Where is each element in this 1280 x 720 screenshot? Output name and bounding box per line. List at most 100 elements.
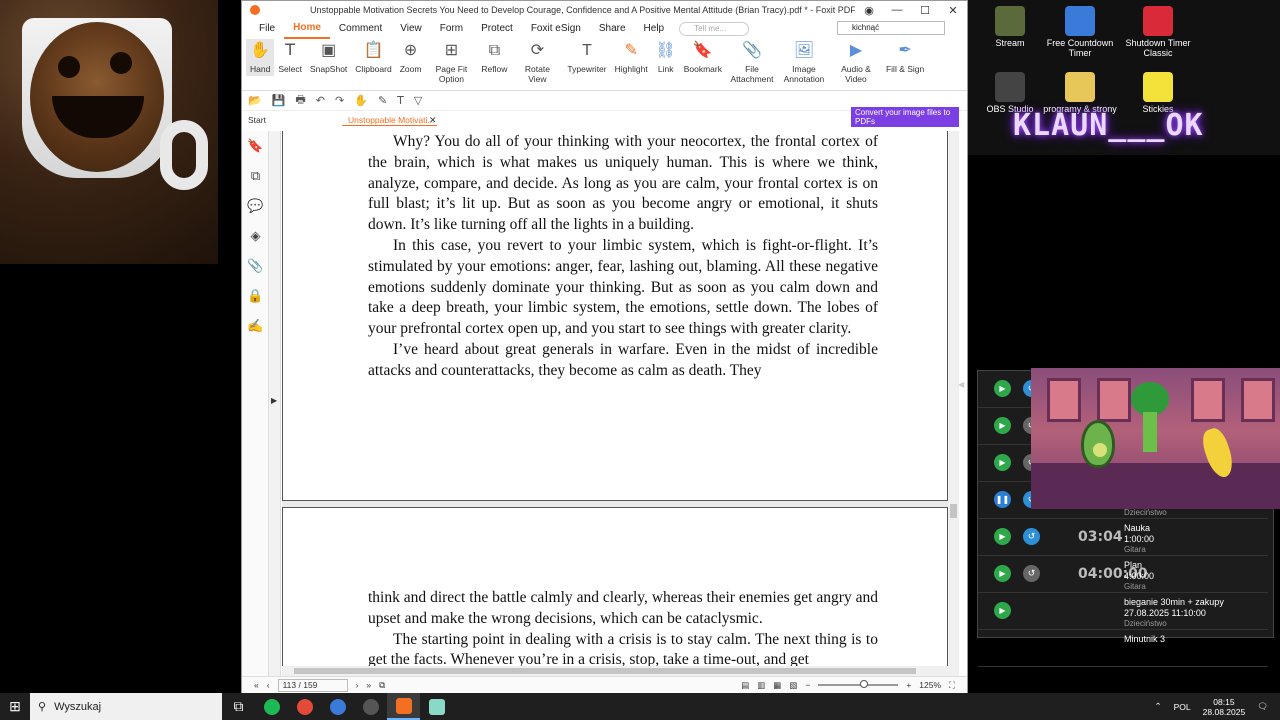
- zoom-slider[interactable]: [818, 680, 899, 688]
- menu-foxit-esign[interactable]: Foxit eSign: [522, 20, 590, 38]
- play-icon[interactable]: ▶: [994, 602, 1011, 619]
- reset-icon[interactable]: ↺: [1023, 565, 1040, 582]
- ribbon-fill-sign-button[interactable]: ✒ Fill & Sign: [882, 39, 928, 76]
- tell-me-input[interactable]: Tell me...: [679, 22, 750, 36]
- vertical-scroll-thumb[interactable]: [950, 504, 957, 518]
- obs-icon[interactable]: [354, 693, 387, 720]
- menu-view[interactable]: View: [391, 20, 431, 38]
- ribbon-image-annotation-button[interactable]: 🖼 Image Annotation: [778, 39, 830, 86]
- timer-collapse-icon[interactable]: ◀: [958, 380, 964, 389]
- undo-icon[interactable]: ↶: [316, 94, 325, 107]
- start-button[interactable]: ⊞: [0, 693, 30, 720]
- close-button[interactable]: ✕: [939, 4, 967, 17]
- clock[interactable]: 08:15 28.08.2025: [1203, 697, 1246, 717]
- signature-panel-icon[interactable]: ✍: [242, 311, 269, 341]
- notifications-icon[interactable]: 🗨: [1257, 701, 1268, 712]
- ribbon-hand-button[interactable]: ✋ Hand: [246, 39, 275, 76]
- pause-icon[interactable]: ❚❚: [994, 491, 1011, 508]
- search-input[interactable]: kichnąć: [837, 21, 945, 35]
- tab-start[interactable]: Start: [242, 115, 342, 125]
- maximize-button[interactable]: ☐: [911, 4, 939, 17]
- document-viewport[interactable]: Why? You do all of your thinking with yo…: [282, 131, 948, 666]
- zoom-out-icon[interactable]: −: [805, 680, 810, 690]
- expand-arrow-icon[interactable]: ▶: [271, 396, 277, 405]
- hand-tool-icon[interactable]: ✋: [354, 94, 368, 107]
- print-icon[interactable]: 🖶: [295, 91, 305, 110]
- single-page-icon[interactable]: ▤: [741, 680, 749, 691]
- menu-share[interactable]: Share: [590, 20, 635, 38]
- redo-icon[interactable]: ↷: [335, 94, 344, 107]
- menu-file[interactable]: File: [250, 20, 284, 38]
- ribbon-bookmark-button[interactable]: 🔖 Bookmark: [680, 39, 726, 76]
- ribbon-audio-video-button[interactable]: ▶ Audio & Video: [830, 39, 882, 86]
- horizontal-scrollbar[interactable]: [282, 666, 948, 676]
- tray-overflow-icon[interactable]: ⌃: [1155, 701, 1162, 712]
- play-icon[interactable]: ▶: [994, 380, 1011, 397]
- pen-icon[interactable]: ✎: [378, 94, 387, 107]
- fullscreen-icon[interactable]: ⛶: [949, 680, 955, 691]
- play-icon[interactable]: ▶: [994, 528, 1011, 545]
- layers-panel-icon[interactable]: ◈: [242, 221, 269, 251]
- foxit-taskbar-icon[interactable]: [387, 693, 420, 720]
- desktop-icon[interactable]: Free Countdown Timer: [1040, 6, 1120, 58]
- play-icon[interactable]: ▶: [994, 565, 1011, 582]
- taskbar-search[interactable]: ⚲ Wyszukaj: [30, 693, 222, 720]
- open-icon[interactable]: 📂: [248, 94, 262, 107]
- text-select-icon[interactable]: 𝖳: [397, 94, 404, 107]
- continuous-page-icon[interactable]: ▥: [757, 680, 765, 691]
- desktop-icon[interactable]: Stream: [970, 6, 1050, 48]
- menu-home[interactable]: Home: [284, 19, 330, 39]
- customize-icon[interactable]: ▽: [414, 94, 422, 107]
- comments-panel-icon[interactable]: 💬: [242, 191, 269, 221]
- menu-form[interactable]: Form: [431, 20, 472, 38]
- profile-icon[interactable]: ◉: [855, 4, 883, 17]
- horizontal-scroll-thumb[interactable]: [294, 668, 916, 674]
- menu-protect[interactable]: Protect: [472, 20, 522, 38]
- menu-help[interactable]: Help: [635, 20, 674, 38]
- chrome-icon[interactable]: [288, 693, 321, 720]
- page-counter-input[interactable]: 113 / 159: [277, 678, 348, 692]
- play-icon[interactable]: ▶: [994, 454, 1011, 471]
- zoom-slider-knob[interactable]: [860, 680, 869, 688]
- bookmark-panel-icon[interactable]: 🔖: [242, 131, 269, 161]
- minimize-button[interactable]: —: [883, 4, 911, 17]
- ribbon-highlight-button[interactable]: ✎ Highlight: [611, 39, 652, 76]
- convert-ad-banner[interactable]: Convert your image files to PDFs: [851, 107, 959, 127]
- ribbon-link-button[interactable]: ⛓ Link: [652, 39, 680, 76]
- ribbon-typewriter-button[interactable]: T Typewriter: [563, 39, 610, 76]
- page-copy-icon[interactable]: ⧉: [379, 680, 385, 691]
- zoom-level[interactable]: 125%: [919, 680, 941, 690]
- ribbon-reflow-button[interactable]: ⧉ Reflow: [477, 39, 511, 76]
- ribbon-select-button[interactable]: 𝖳 Select: [274, 39, 306, 76]
- ribbon-attachment-button[interactable]: 📎 File Attachment: [726, 39, 778, 86]
- tab-close-icon[interactable]: ✕: [429, 115, 437, 126]
- menu-comment[interactable]: Comment: [330, 20, 391, 38]
- play-icon[interactable]: ▶: [994, 417, 1011, 434]
- ribbon-rotate-button[interactable]: ⟳ Rotate View: [511, 39, 563, 86]
- facing-continuous-icon[interactable]: ▧: [789, 680, 797, 691]
- app-taskbar-icon[interactable]: [420, 693, 453, 720]
- ribbon-zoom-button[interactable]: ⊕ Zoom: [396, 39, 426, 76]
- pages-panel-icon[interactable]: ⧉: [242, 161, 269, 191]
- ribbon-page-fit-button[interactable]: ⊞ Page Fit Option: [425, 39, 477, 86]
- panel-toggle[interactable]: ▶: [269, 131, 281, 676]
- reset-icon[interactable]: ↺: [1023, 528, 1040, 545]
- save-icon[interactable]: 💾: [272, 94, 286, 107]
- next-page-icon[interactable]: ›: [356, 680, 359, 690]
- countdown-timer-icon[interactable]: [321, 693, 354, 720]
- last-page-icon[interactable]: »: [366, 680, 371, 690]
- security-panel-icon[interactable]: 🔒: [242, 281, 269, 311]
- prev-page-icon[interactable]: ‹: [267, 680, 270, 690]
- desktop-icon[interactable]: Shutdown Timer Classic: [1118, 6, 1198, 58]
- ribbon-clipboard-button[interactable]: 📋 Clipboard: [351, 39, 395, 76]
- facing-page-icon[interactable]: ▦: [773, 680, 781, 691]
- first-page-icon[interactable]: «: [254, 680, 259, 690]
- task-view-icon[interactable]: ⧉: [222, 693, 255, 720]
- zoom-in-icon[interactable]: +: [906, 680, 911, 690]
- vertical-scrollbar[interactable]: [948, 131, 959, 676]
- tab-document[interactable]: Unstoppable Motivati...: [342, 115, 437, 126]
- spotify-icon[interactable]: [255, 693, 288, 720]
- language-indicator[interactable]: POL: [1174, 702, 1191, 712]
- attachments-panel-icon[interactable]: 📎: [242, 251, 269, 281]
- ribbon-snapshot-button[interactable]: ▣ SnapShot: [306, 39, 351, 76]
